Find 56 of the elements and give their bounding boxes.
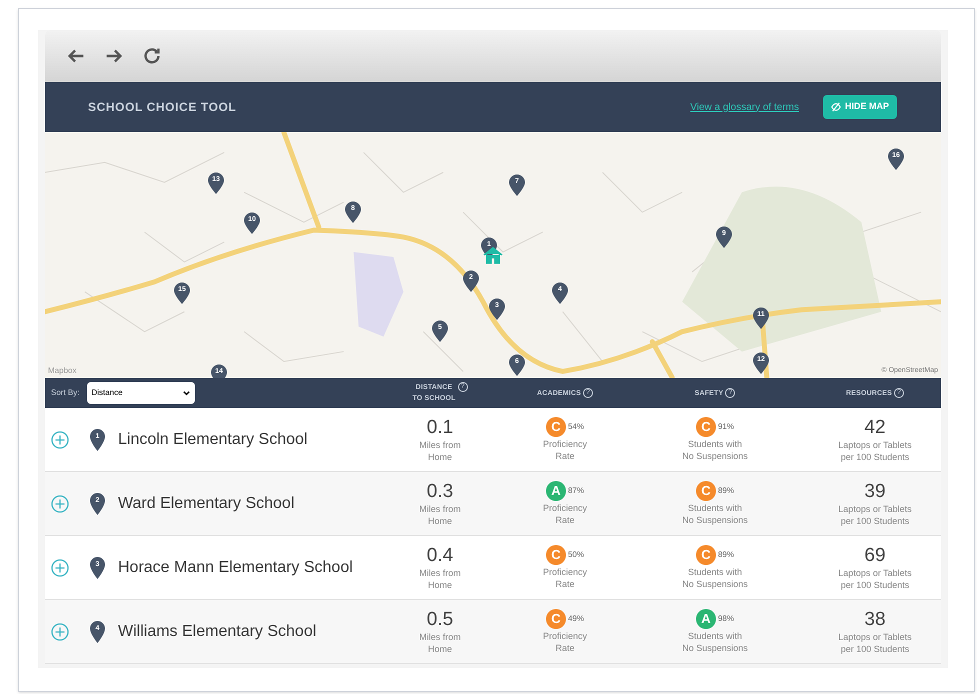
metric-caption: Proficiency Rate (542, 502, 587, 526)
percent-value: 98% (718, 613, 734, 625)
percent-value: 49% (568, 613, 584, 625)
metric-caption: Laptops or Tablets per 100 Students (838, 502, 912, 526)
eye-slash-icon (830, 102, 841, 112)
school-name: Horace Mann Elementary School (118, 558, 353, 578)
metric-caption: Miles from Home (419, 438, 461, 462)
expand-plus-icon[interactable] (51, 558, 69, 576)
app-title: SCHOOL CHOICE TOOL (88, 99, 236, 116)
percent-value: 54% (568, 421, 584, 433)
grade-badge: C (696, 417, 716, 437)
metric-caption: Students with No Suspensions (682, 630, 748, 654)
grade-badge: C (546, 609, 566, 629)
school-name: Williams Elementary School (118, 622, 316, 642)
grade-badge: A (696, 609, 716, 629)
expand-plus-icon[interactable] (51, 494, 69, 512)
school-name: Lincoln Elementary School (118, 430, 308, 450)
school-name: Ward Elementary School (118, 494, 294, 514)
grade-badge: C (546, 417, 566, 437)
distance-value: 0.3 (426, 480, 454, 502)
percent-value: 50% (568, 549, 584, 561)
percent-value: 91% (718, 421, 734, 433)
expand-plus-icon[interactable] (51, 430, 69, 448)
metric-caption: Students with No Suspensions (682, 438, 748, 462)
resources-value: 38 (864, 608, 886, 630)
expand-plus-icon[interactable] (51, 622, 69, 640)
resources-value: 39 (864, 480, 886, 502)
percent-value: 89% (718, 485, 734, 497)
sort-dropdown[interactable]: Distance (87, 382, 196, 404)
metric-caption: Proficiency Rate (542, 566, 587, 590)
glossary-link[interactable]: View a glossary of terms (690, 100, 799, 114)
grade-badge: C (696, 545, 716, 565)
percent-value: 89% (718, 549, 734, 561)
grade-badge: C (546, 545, 566, 565)
resources-value: 42 (864, 416, 886, 438)
metric-caption: Laptops or Tablets per 100 Students (838, 566, 912, 590)
distance-value: 0.1 (426, 416, 454, 438)
map-attribution: Mapbox (48, 365, 76, 377)
metric-caption: Miles from Home (419, 630, 461, 654)
home-icon (482, 245, 504, 265)
distance-value: 0.5 (426, 608, 454, 630)
grade-badge: A (546, 481, 566, 501)
resources-value: 69 (864, 544, 886, 566)
distance-value: 0.4 (426, 544, 454, 566)
metric-caption: Students with No Suspensions (682, 566, 748, 590)
metric-caption: Laptops or Tablets per 100 Students (838, 630, 912, 654)
grade-badge: C (696, 481, 716, 501)
percent-value: 87% (568, 485, 584, 497)
metric-caption: Laptops or Tablets per 100 Students (838, 438, 912, 462)
metric-caption: Students with No Suspensions (682, 502, 748, 526)
metric-caption: Proficiency Rate (542, 630, 587, 654)
metric-caption: Miles from Home (419, 502, 461, 526)
metric-caption: Miles from Home (419, 566, 461, 590)
sort-label: Sort By: (51, 387, 80, 399)
metric-caption: Proficiency Rate (542, 438, 587, 462)
chevron-down-icon (182, 388, 192, 398)
